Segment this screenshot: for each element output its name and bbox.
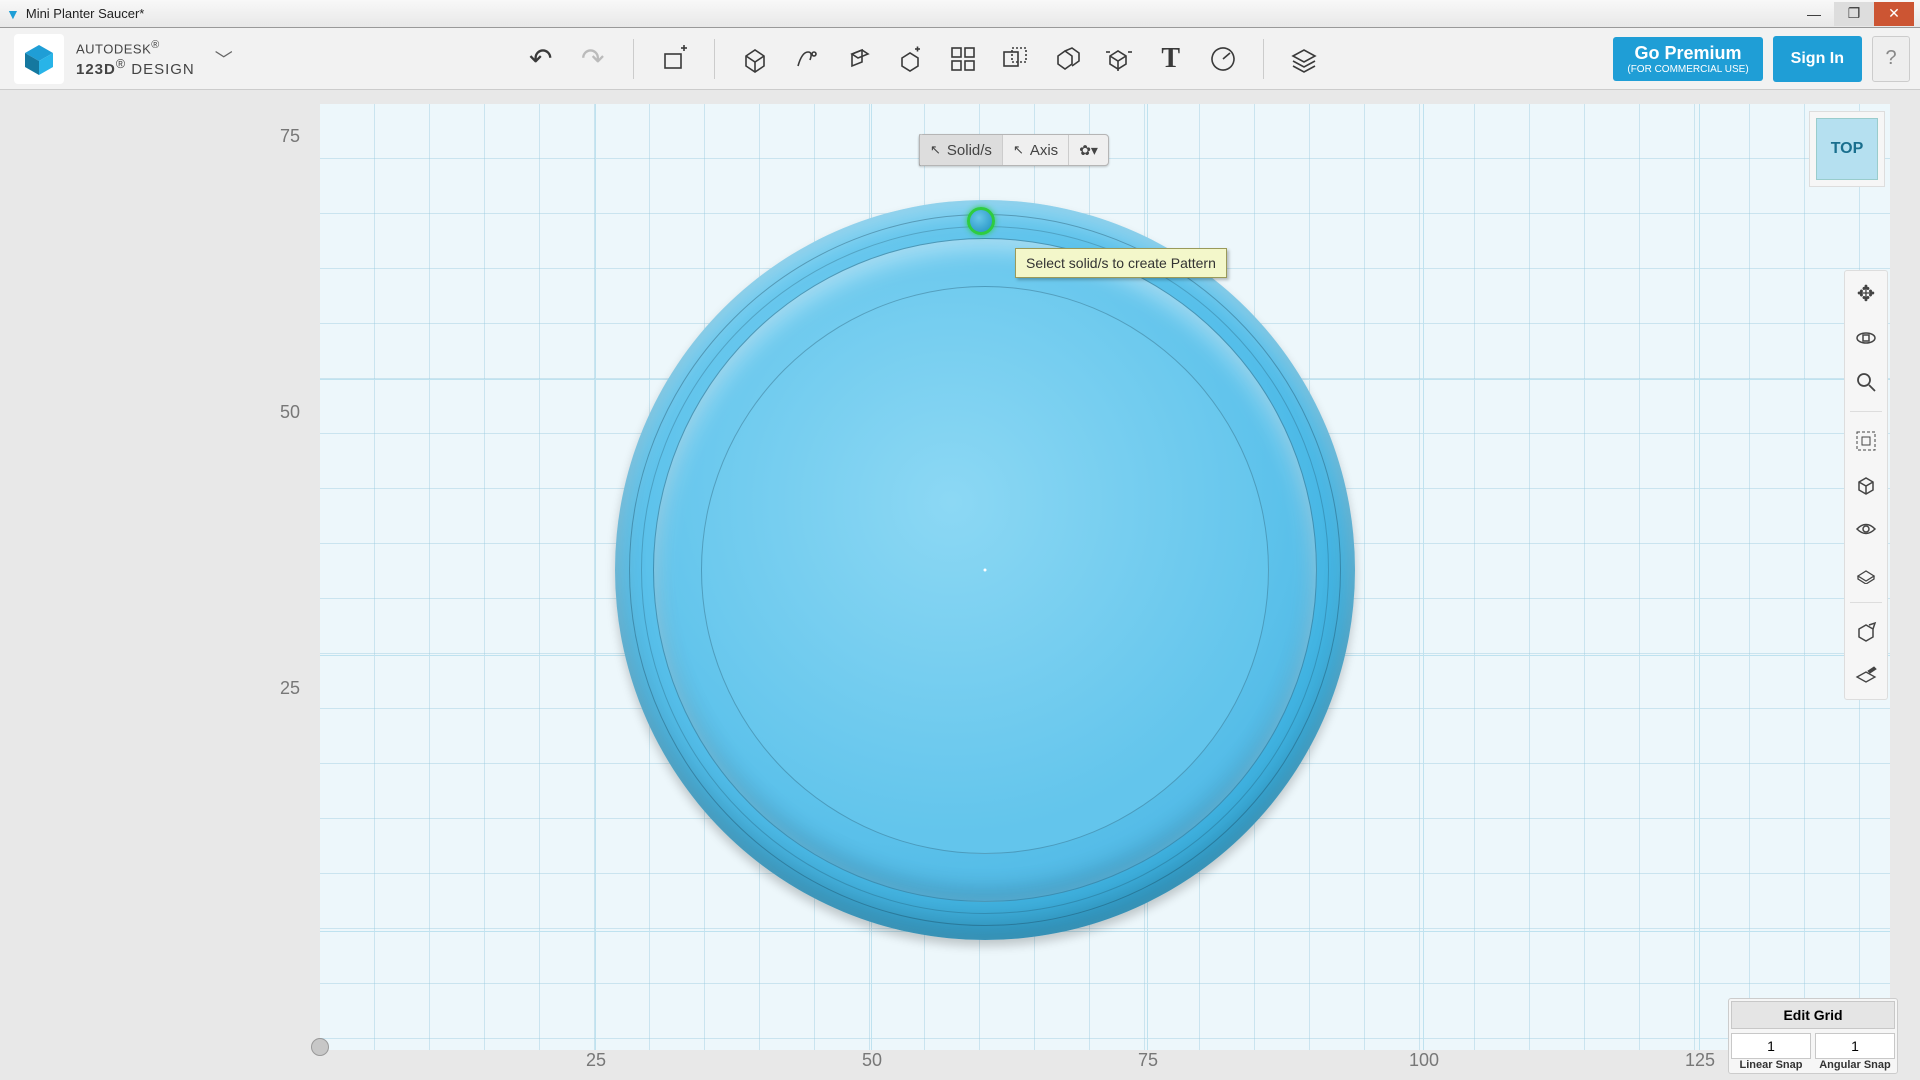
undo-button[interactable]: ↶ [521, 39, 561, 79]
angular-snap-input[interactable] [1815, 1033, 1895, 1059]
edit-grid-button[interactable]: Edit Grid [1731, 1001, 1895, 1029]
grouping-tool-icon[interactable] [995, 39, 1035, 79]
window-maximize-button[interactable]: ❐ [1834, 2, 1874, 26]
snap-tool-icon[interactable] [1099, 39, 1139, 79]
modify-tool-icon[interactable] [891, 39, 931, 79]
grid-display-tool-icon[interactable] [1849, 556, 1883, 590]
help-button[interactable]: ? [1872, 36, 1910, 82]
construct-tool-icon[interactable] [839, 39, 879, 79]
window-title: Mini Planter Saucer* [26, 6, 145, 21]
viewport[interactable]: 75 50 25 25 50 75 100 125 ↖ Solid/s ↖ Ax… [0, 90, 1920, 1080]
navigation-tools-panel: ✥ [1844, 270, 1888, 700]
sketch-tool-icon[interactable] [787, 39, 827, 79]
selection-handle[interactable] [967, 207, 995, 235]
grid-snap-panel: Edit Grid Linear Snap Angular Snap [1728, 998, 1898, 1074]
grid-origin-handle[interactable] [311, 1038, 329, 1056]
context-options-dropdown[interactable]: ✿▾ [1069, 135, 1108, 165]
ruler-vertical: 75 50 25 [250, 104, 310, 1050]
linear-snap-input[interactable] [1731, 1033, 1811, 1059]
view-cube[interactable]: TOP [1816, 118, 1878, 180]
zoom-tool-icon[interactable] [1849, 365, 1883, 399]
redo-button[interactable]: ↷ [573, 39, 613, 79]
pattern-tool-icon[interactable] [943, 39, 983, 79]
context-select-solids[interactable]: ↖ Solid/s [920, 135, 1003, 165]
linear-snap-label: Linear Snap [1731, 1059, 1811, 1071]
context-select-axis[interactable]: ↖ Axis [1003, 135, 1069, 165]
app-logo-icon [14, 34, 64, 84]
main-menu-dropdown[interactable]: ﹀ [203, 46, 245, 72]
view-cube-tool-icon[interactable] [1849, 468, 1883, 502]
text-tool-icon[interactable]: T [1151, 39, 1191, 79]
edit-on-grid-tool-icon[interactable] [1849, 659, 1883, 693]
model-center-point [984, 569, 987, 572]
orbit-tool-icon[interactable] [1849, 321, 1883, 355]
combine-tool-icon[interactable] [1047, 39, 1087, 79]
sign-in-button[interactable]: Sign In [1773, 36, 1862, 82]
fit-tool-icon[interactable] [1849, 424, 1883, 458]
window-minimize-button[interactable]: — [1794, 2, 1834, 26]
app-logo[interactable]: AUTODESK® 123D® DESIGN [10, 34, 195, 84]
materials-tool-icon[interactable] [1284, 39, 1324, 79]
measure-tool-icon[interactable] [1203, 39, 1243, 79]
cursor-icon: ↖ [1013, 142, 1024, 158]
window-close-button[interactable]: ✕ [1874, 2, 1914, 26]
app-logo-small-icon: ▼ [6, 6, 20, 22]
cursor-icon: ↖ [930, 142, 941, 158]
main-toolbar: AUTODESK® 123D® DESIGN ﹀ ↶ ↷ T Go Premiu… [0, 28, 1920, 90]
export-tool-icon[interactable] [1849, 615, 1883, 649]
transform-tool-icon[interactable] [654, 39, 694, 79]
pan-tool-icon[interactable]: ✥ [1849, 277, 1883, 311]
ruler-horizontal: 25 50 75 100 125 [320, 1050, 1890, 1076]
visibility-tool-icon[interactable] [1849, 512, 1883, 546]
app-logo-text: AUTODESK® 123D® DESIGN [76, 39, 195, 77]
primitives-tool-icon[interactable] [735, 39, 775, 79]
options-icon: ✿▾ [1079, 142, 1098, 159]
tooltip: Select solid/s to create Pattern [1015, 248, 1227, 278]
model-saucer[interactable] [615, 200, 1355, 940]
go-premium-button[interactable]: Go Premium (FOR COMMERCIAL USE) [1613, 37, 1762, 81]
angular-snap-label: Angular Snap [1815, 1059, 1895, 1071]
window-titlebar: ▼ Mini Planter Saucer* — ❐ ✕ [0, 0, 1920, 28]
